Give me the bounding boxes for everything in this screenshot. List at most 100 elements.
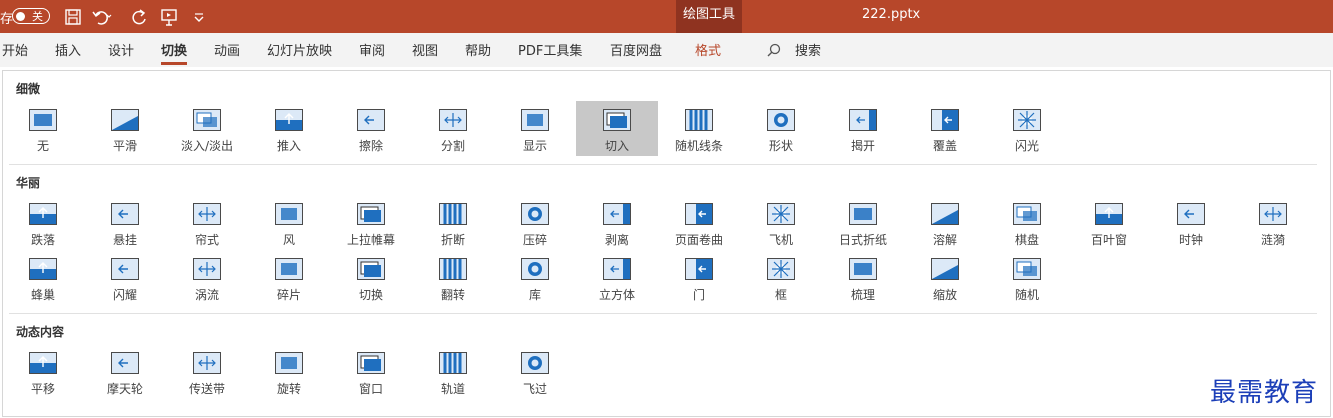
transition-label: 百叶窗 <box>1090 233 1127 247</box>
autosave-toggle[interactable]: 关 <box>12 8 50 24</box>
transition-item[interactable]: 跌落 <box>2 195 84 250</box>
transition-item[interactable]: 传送带 <box>166 344 248 399</box>
transition-thumbnail-icon <box>193 203 221 225</box>
transition-item[interactable]: 闪光 <box>986 101 1068 156</box>
transition-item[interactable]: 蜂巢 <box>2 250 84 305</box>
tab-insert[interactable]: 插入 <box>55 40 81 59</box>
transition-thumbnail-icon <box>603 258 631 280</box>
transition-thumbnail-icon <box>767 203 795 225</box>
search-box[interactable]: 搜索 <box>795 40 821 59</box>
transition-label: 旋转 <box>276 382 301 396</box>
transition-thumbnail-icon <box>193 109 221 131</box>
transition-item[interactable]: 剥离 <box>576 195 658 250</box>
transition-thumbnail-icon <box>29 109 57 131</box>
transition-item[interactable]: 闪耀 <box>84 250 166 305</box>
transition-item[interactable]: 上拉帷幕 <box>330 195 412 250</box>
save-icon[interactable] <box>62 6 84 28</box>
transition-label: 梳理 <box>850 288 875 302</box>
transition-item[interactable]: 随机 <box>986 250 1068 305</box>
transition-label: 压碎 <box>522 233 547 247</box>
transition-item[interactable]: 摩天轮 <box>84 344 166 399</box>
transition-thumbnail-icon <box>931 203 959 225</box>
transition-item[interactable]: 切换 <box>330 250 412 305</box>
transition-item[interactable]: 涡流 <box>166 250 248 305</box>
transition-thumbnail-icon <box>931 109 959 131</box>
transition-label: 推入 <box>276 139 301 153</box>
tab-baidu-netdisk[interactable]: 百度网盘 <box>610 40 662 59</box>
transition-item[interactable]: 推入 <box>248 101 330 156</box>
file-name: 222.pptx <box>862 7 921 22</box>
transition-item[interactable]: 淡入/淡出 <box>166 101 248 156</box>
transition-item[interactable]: 门 <box>658 250 740 305</box>
transition-item[interactable]: 日式折纸 <box>822 195 904 250</box>
transition-item[interactable]: 平移 <box>2 344 84 399</box>
transition-label: 碎片 <box>276 288 301 302</box>
transition-item[interactable]: 碎片 <box>248 250 330 305</box>
transition-item[interactable]: 擦除 <box>330 101 412 156</box>
transition-item[interactable]: 风 <box>248 195 330 250</box>
transition-item[interactable]: 折断 <box>412 195 494 250</box>
toggle-knob <box>16 11 25 21</box>
transition-item[interactable]: 窗口 <box>330 344 412 399</box>
tab-transitions[interactable]: 切换 <box>161 40 188 65</box>
transition-label: 门 <box>692 288 705 302</box>
transition-thumbnail-icon <box>357 109 385 131</box>
transition-item[interactable]: 涟漪 <box>1232 195 1314 250</box>
transition-item[interactable]: 压碎 <box>494 195 576 250</box>
transition-item[interactable]: 悬挂 <box>84 195 166 250</box>
tab-slideshow[interactable]: 幻灯片放映 <box>267 40 332 59</box>
transition-item[interactable]: 飞过 <box>494 344 576 399</box>
customize-icon[interactable] <box>188 6 210 28</box>
tab-format[interactable]: 格式 <box>695 40 721 59</box>
transition-label: 框 <box>774 288 787 302</box>
transition-thumbnail-icon <box>357 352 385 374</box>
transition-item[interactable]: 框 <box>740 250 822 305</box>
transition-item[interactable]: 覆盖 <box>904 101 986 156</box>
search-icon[interactable] <box>766 42 782 58</box>
tab-pdf-tools[interactable]: PDF工具集 <box>518 40 582 59</box>
transition-item[interactable]: 梳理 <box>822 250 904 305</box>
transition-label: 跌落 <box>30 233 55 247</box>
transition-label: 轨道 <box>440 382 465 396</box>
transition-label: 闪耀 <box>112 288 137 302</box>
transition-item[interactable]: 轨道 <box>412 344 494 399</box>
transition-item[interactable]: 时钟 <box>1150 195 1232 250</box>
present-icon[interactable] <box>158 6 180 28</box>
transition-item[interactable]: 翻转 <box>412 250 494 305</box>
transition-label: 平移 <box>30 382 55 396</box>
transition-item[interactable]: 帘式 <box>166 195 248 250</box>
tab-review[interactable]: 审阅 <box>359 40 385 59</box>
transition-item[interactable]: 分割 <box>412 101 494 156</box>
transition-item[interactable]: 飞机 <box>740 195 822 250</box>
transition-item[interactable]: 揭开 <box>822 101 904 156</box>
transition-thumbnail-icon <box>29 258 57 280</box>
tab-help[interactable]: 帮助 <box>465 40 491 59</box>
transition-item[interactable]: 形状 <box>740 101 822 156</box>
transition-item[interactable]: 切入 <box>576 101 658 156</box>
transition-item[interactable]: 平滑 <box>84 101 166 156</box>
transition-item[interactable]: 立方体 <box>576 250 658 305</box>
transition-label: 平滑 <box>112 139 137 153</box>
transition-label: 传送带 <box>188 382 225 396</box>
transition-item[interactable]: 棋盘 <box>986 195 1068 250</box>
tab-view[interactable]: 视图 <box>412 40 438 59</box>
tab-design[interactable]: 设计 <box>108 40 134 59</box>
redo-icon[interactable] <box>128 6 150 28</box>
tab-animations[interactable]: 动画 <box>214 40 240 59</box>
undo-icon[interactable] <box>90 6 112 28</box>
transition-item[interactable]: 百叶窗 <box>1068 195 1150 250</box>
transition-item[interactable]: 随机线条 <box>658 101 740 156</box>
transition-label: 切换 <box>358 288 383 302</box>
transition-item[interactable]: 旋转 <box>248 344 330 399</box>
transition-item[interactable]: 显示 <box>494 101 576 156</box>
tab-home[interactable]: 开始 <box>2 40 28 59</box>
transition-item[interactable]: 页面卷曲 <box>658 195 740 250</box>
title-bar: 存 关 绘图工具 222.pptx <box>0 0 1333 33</box>
transition-item[interactable]: 无 <box>2 101 84 156</box>
transition-thumbnail-icon <box>603 203 631 225</box>
transition-item[interactable]: 缩放 <box>904 250 986 305</box>
transition-item[interactable]: 库 <box>494 250 576 305</box>
transition-item[interactable]: 溶解 <box>904 195 986 250</box>
transition-label: 闪光 <box>1014 139 1039 153</box>
transition-label: 随机线条 <box>674 139 723 153</box>
